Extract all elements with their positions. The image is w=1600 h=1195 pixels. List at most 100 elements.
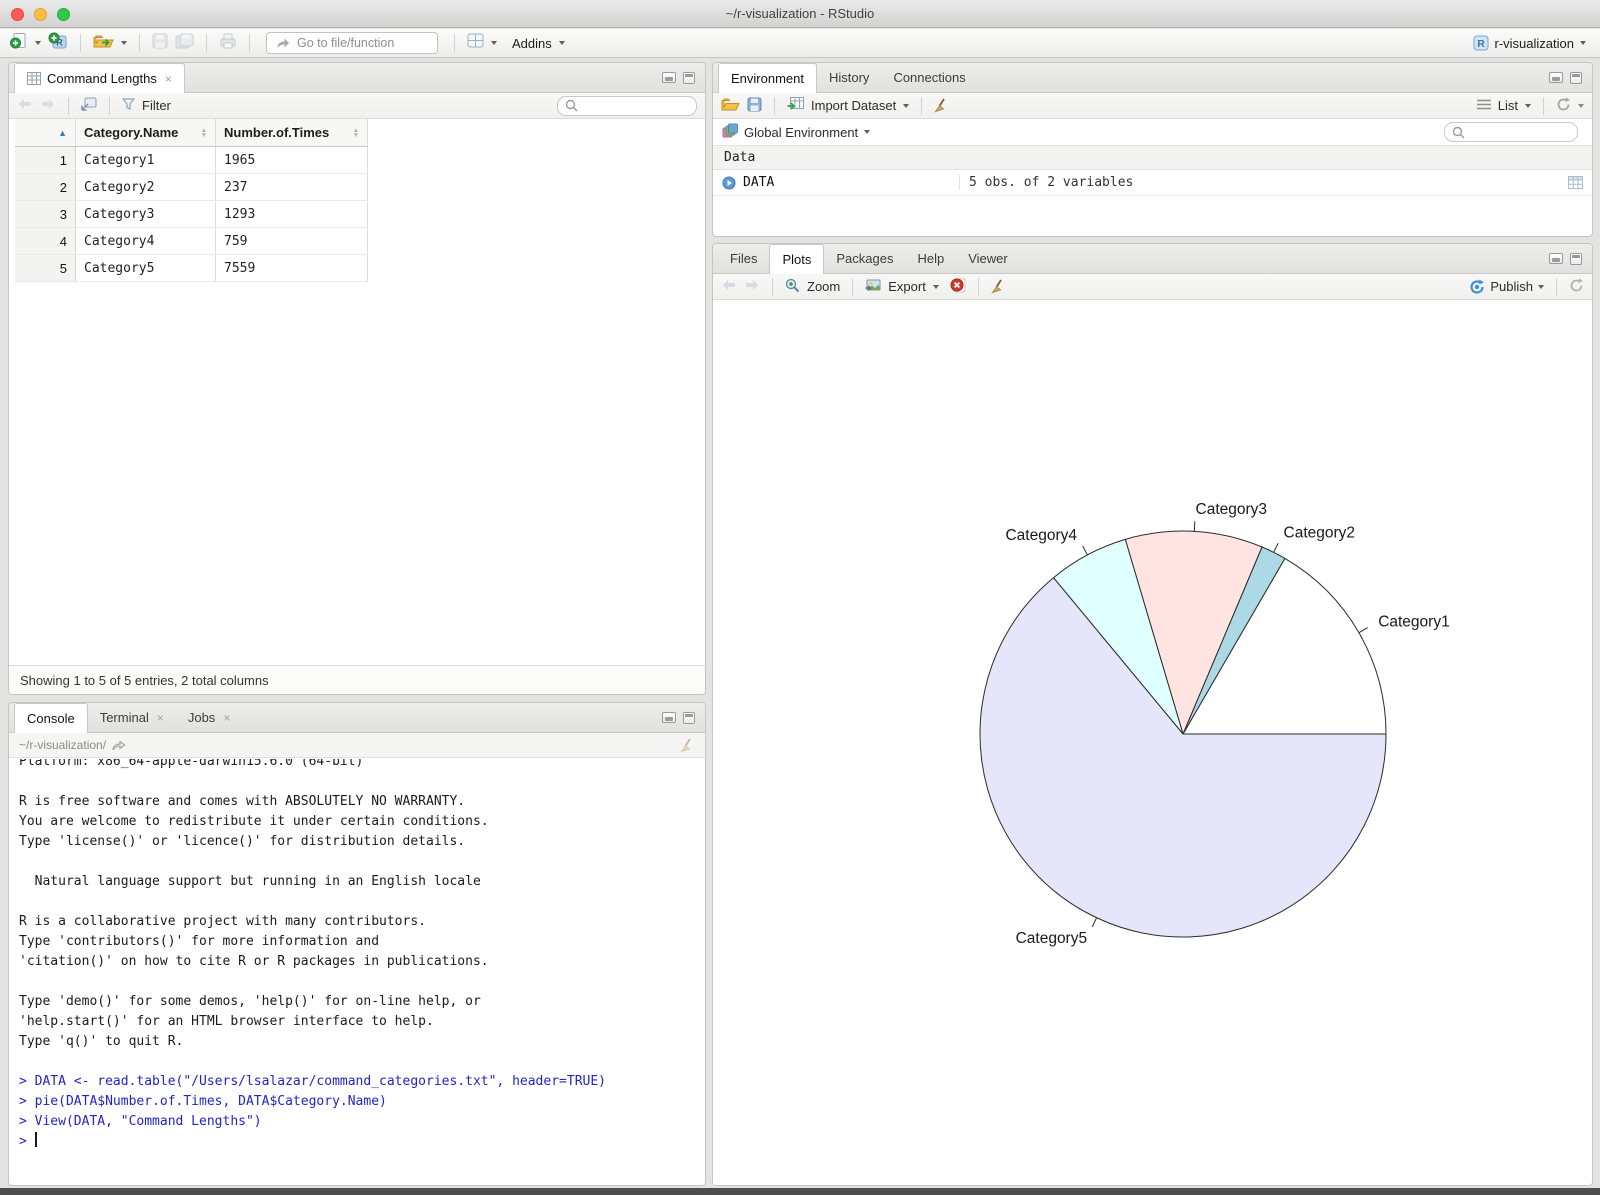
maximize-pane-icon[interactable]	[683, 712, 695, 724]
r-project-icon: R	[1473, 35, 1489, 51]
row-number-header[interactable]: ▲	[15, 119, 76, 146]
maximize-pane-icon[interactable]	[1570, 253, 1582, 265]
table-cell: 3	[15, 201, 76, 227]
import-dataset-button[interactable]: Import Dataset	[811, 98, 896, 113]
tab-help[interactable]: Help	[905, 244, 956, 273]
console-output-line: Natural language support but running in …	[19, 874, 481, 889]
table-row: 2 Category2 237	[15, 174, 368, 201]
back-icon	[17, 98, 33, 113]
tab-jobs[interactable]: Jobs ×	[176, 703, 242, 732]
addins-button[interactable]: Addins	[512, 36, 552, 51]
table-cell: Category5	[76, 255, 216, 281]
list-view-button[interactable]: List	[1498, 98, 1518, 113]
tab-label: Command Lengths	[47, 71, 157, 86]
minimize-pane-icon[interactable]	[1549, 253, 1563, 264]
remove-plot-icon[interactable]	[950, 277, 966, 296]
table-cell: Category2	[76, 174, 216, 200]
console-output-line: R is a collaborative project with many c…	[19, 914, 426, 929]
close-tab-icon[interactable]: ×	[165, 72, 172, 86]
open-in-new-window-icon[interactable]	[81, 97, 97, 114]
export-dropdown[interactable]	[932, 284, 939, 289]
viewer-status-bar: Showing 1 to 5 of 5 entries, 2 total col…	[9, 665, 705, 694]
print-icon	[219, 33, 237, 54]
clear-environment-icon[interactable]	[934, 98, 949, 113]
console-prompt[interactable]: >	[19, 1132, 695, 1152]
console-output[interactable]: Platform: x86_64-apple-darwin15.6.0 (64-…	[9, 759, 705, 1185]
environment-object-row[interactable]: DATA 5 obs. of 2 variables	[713, 170, 1592, 196]
environment-object-list: DATA 5 obs. of 2 variables	[713, 170, 1592, 196]
clear-console-icon[interactable]	[680, 738, 695, 753]
table-header: ▲ Category.Name ▲ ▼ Number.of.Times ▲ ▼	[15, 119, 368, 147]
minimize-pane-icon[interactable]	[1549, 72, 1563, 83]
save-workspace-icon[interactable]	[747, 97, 762, 115]
view-data-grid-icon[interactable]	[1568, 176, 1583, 189]
new-file-dropdown[interactable]	[35, 41, 41, 45]
table-row: 3 Category3 1293	[15, 201, 368, 228]
maximize-pane-icon[interactable]	[683, 72, 695, 84]
goto-file-function-search[interactable]: Go to file/function	[266, 32, 438, 54]
expand-object-icon[interactable]	[722, 176, 736, 190]
tab-connections[interactable]: Connections	[881, 63, 977, 92]
tab-viewer[interactable]: Viewer	[956, 244, 1020, 273]
maximize-pane-icon[interactable]	[1570, 72, 1582, 84]
table-cell: 759	[216, 228, 368, 254]
open-recent-dropdown[interactable]	[121, 41, 127, 45]
tab-command-lengths[interactable]: Command Lengths ×	[14, 63, 185, 93]
tab-terminal[interactable]: Terminal ×	[88, 703, 176, 732]
publish-dropdown[interactable]	[1538, 284, 1544, 289]
refresh-plot-icon[interactable]	[1569, 278, 1584, 296]
search-icon	[565, 99, 578, 112]
forward-icon	[40, 98, 56, 113]
tab-environment[interactable]: Environment	[718, 63, 817, 93]
global-environment-selector[interactable]: Global Environment	[744, 125, 858, 140]
refresh-icon[interactable]	[1556, 97, 1571, 115]
table-cell: Category1	[76, 147, 216, 173]
scope-dropdown-caret[interactable]	[864, 130, 871, 134]
viewer-search-input[interactable]	[557, 95, 697, 116]
console-output-line: Type 'license()' or 'licence()' for dist…	[19, 834, 466, 849]
refresh-dropdown[interactable]	[1578, 103, 1584, 108]
pie-label-tick	[1091, 917, 1098, 928]
column-header-category-name[interactable]: Category.Name ▲ ▼	[76, 119, 216, 146]
plots-pane: Files Plots Packages Help Viewer Zoom Ex…	[712, 243, 1593, 1186]
export-plot-button[interactable]: Export	[888, 279, 926, 294]
addins-dropdown[interactable]	[558, 41, 565, 45]
panes-layout-dropdown[interactable]	[491, 41, 497, 45]
clear-all-plots-icon[interactable]	[990, 279, 1006, 294]
project-selector[interactable]: R r-visualization	[1473, 35, 1590, 51]
zoom-plot-icon	[785, 278, 800, 296]
console-working-dir-row: ~/r-visualization/	[9, 733, 705, 758]
import-dataset-dropdown[interactable]	[903, 103, 910, 108]
zoom-plot-button[interactable]: Zoom	[807, 279, 840, 294]
column-header-number-of-times[interactable]: Number.of.Times ▲ ▼	[216, 119, 368, 146]
load-workspace-icon[interactable]	[721, 97, 740, 114]
window-bottom-edge	[0, 1188, 1600, 1195]
minimize-pane-icon[interactable]	[662, 712, 676, 723]
filter-button[interactable]: Filter	[142, 98, 171, 113]
tab-console[interactable]: Console	[14, 703, 88, 733]
panes-layout-icon[interactable]	[467, 33, 484, 53]
tab-plots[interactable]: Plots	[769, 244, 825, 274]
environment-search-input[interactable]	[1444, 122, 1578, 142]
project-dropdown-caret	[1580, 41, 1586, 45]
tab-files[interactable]: Files	[718, 244, 769, 273]
console-input-line: > DATA <- read.table("/Users/lsalazar/co…	[19, 1074, 606, 1089]
tab-history[interactable]: History	[817, 63, 881, 92]
open-file-icon[interactable]	[93, 33, 114, 54]
pie-label-Category4: Category4	[1005, 527, 1077, 544]
new-file-icon[interactable]	[10, 32, 28, 54]
console-input-line: > View(DATA, "Command Lengths")	[19, 1114, 262, 1129]
goto-directory-icon[interactable]	[112, 739, 126, 751]
plot-display-area: Category1 Category2 Category3 Category4 Cate…	[713, 300, 1592, 1185]
tab-packages[interactable]: Packages	[824, 244, 905, 273]
list-view-dropdown[interactable]	[1525, 103, 1531, 108]
minimize-pane-icon[interactable]	[662, 72, 676, 83]
close-tab-icon[interactable]: ×	[157, 711, 164, 725]
new-project-icon[interactable]: R	[48, 32, 68, 55]
publish-button[interactable]: Publish	[1469, 279, 1544, 295]
close-tab-icon[interactable]: ×	[223, 711, 230, 725]
project-name: r-visualization	[1494, 35, 1574, 51]
object-description: 5 obs. of 2 variables	[969, 175, 1134, 190]
table-body: 1 Category1 1965 2 Category2 237 3 Category3 129…	[15, 147, 368, 282]
